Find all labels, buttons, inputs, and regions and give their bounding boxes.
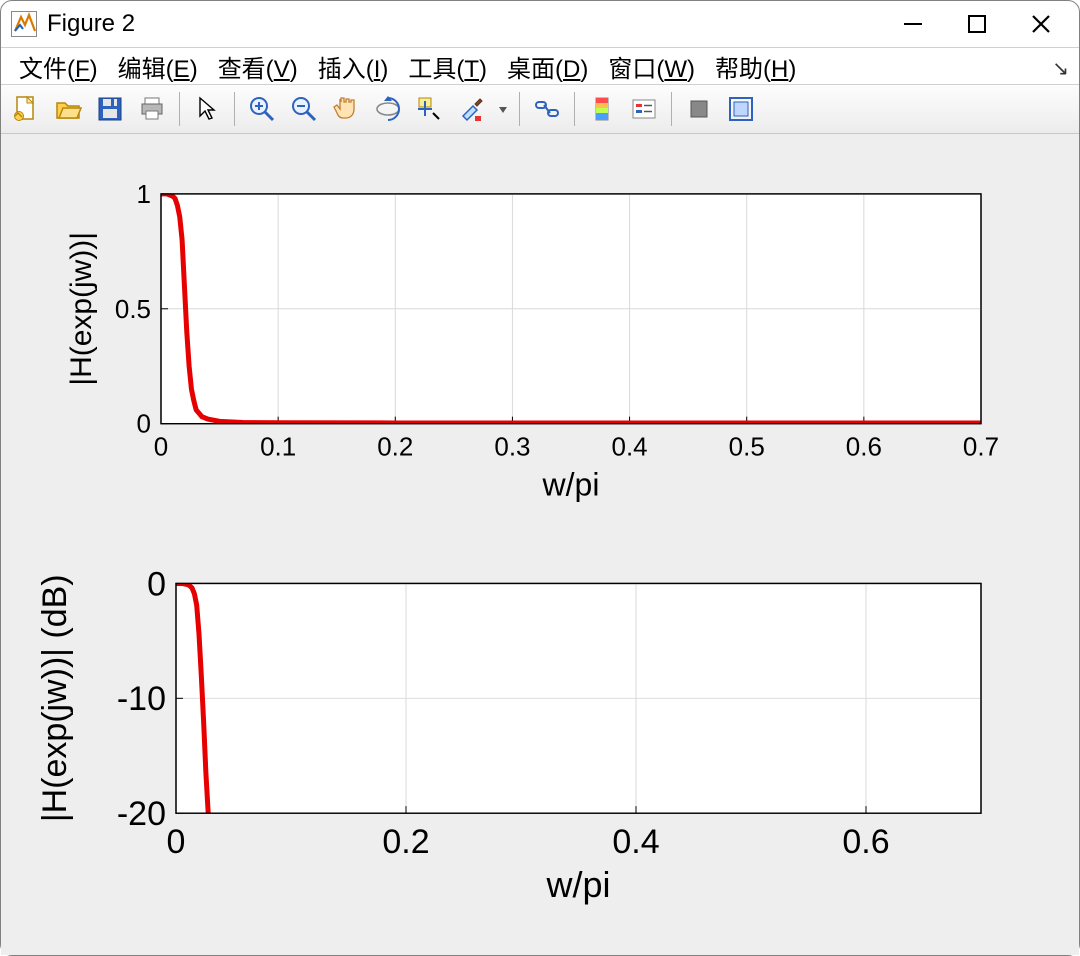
toolbar-separator bbox=[234, 92, 235, 126]
xtick-label: 0.6 bbox=[846, 432, 882, 462]
toolbar-separator bbox=[671, 92, 672, 126]
xlabel: w/pi bbox=[545, 864, 610, 905]
zoom-in-icon[interactable] bbox=[243, 90, 281, 128]
print-icon[interactable] bbox=[133, 90, 171, 128]
titlebar: Figure 2 bbox=[1, 1, 1079, 47]
minimize-button[interactable] bbox=[881, 4, 945, 44]
link-icon[interactable] bbox=[528, 90, 566, 128]
ytick-label: -20 bbox=[117, 795, 166, 833]
figure-window: Figure 2 文件(F) 编辑(E) 查看(V) 插入(I) 工具(T) 桌… bbox=[0, 0, 1080, 956]
open-file-icon[interactable] bbox=[49, 90, 87, 128]
toolbar-separator bbox=[519, 92, 520, 126]
ytick-label: -10 bbox=[117, 680, 166, 718]
matlab-logo-icon bbox=[11, 11, 37, 37]
xtick-label: 0 bbox=[167, 823, 186, 861]
xtick-label: 0.5 bbox=[729, 432, 765, 462]
menu-tools[interactable]: 工具(T) bbox=[398, 47, 497, 86]
xtick-label: 0.2 bbox=[382, 823, 429, 861]
xtick-label: 0.6 bbox=[842, 823, 889, 861]
xtick-label: 0.2 bbox=[377, 432, 413, 462]
menu-help[interactable]: 帮助(H) bbox=[705, 47, 806, 86]
legend-icon[interactable] bbox=[625, 90, 663, 128]
xtick-label: 0.4 bbox=[612, 432, 648, 462]
hide-plot-tools-icon[interactable] bbox=[680, 90, 718, 128]
rotate3d-icon[interactable] bbox=[369, 90, 407, 128]
menu-desktop[interactable]: 桌面(D) bbox=[497, 47, 598, 86]
xtick-label: 0.1 bbox=[260, 432, 296, 462]
xtick-label: 0.4 bbox=[612, 823, 659, 861]
xtick-label: 0 bbox=[154, 432, 168, 462]
menu-insert[interactable]: 插入(I) bbox=[308, 47, 399, 86]
dock-arrow-icon[interactable]: ↘ bbox=[1052, 56, 1069, 81]
ylabel: |H(exp(jw))| (dB) bbox=[36, 574, 74, 822]
ytick-label: 0 bbox=[137, 409, 151, 439]
xlabel: w/pi bbox=[542, 467, 600, 503]
ylabel: |H(exp(jw))| bbox=[65, 232, 98, 386]
ytick-label: 0 bbox=[147, 565, 166, 603]
toolbar-separator bbox=[574, 92, 575, 126]
pan-icon[interactable] bbox=[327, 90, 365, 128]
colorbar-icon[interactable] bbox=[583, 90, 621, 128]
xtick-label: 0.3 bbox=[494, 432, 530, 462]
menubar: 文件(F) 编辑(E) 查看(V) 插入(I) 工具(T) 桌面(D) 窗口(W… bbox=[1, 47, 1079, 85]
figure-canvas[interactable]: 0 0.1 0.2 0.3 0.4 0.5 0.6 0.7 0 0.5 1 w/pi |H(exp(jw… bbox=[1, 134, 1079, 955]
data-cursor-icon[interactable] bbox=[411, 90, 449, 128]
pointer-icon[interactable] bbox=[188, 90, 226, 128]
ytick-label: 0.5 bbox=[115, 294, 151, 324]
brush-dropdown-icon[interactable] bbox=[495, 90, 511, 128]
figure-svg: 0 0.1 0.2 0.3 0.4 0.5 0.6 0.7 0 0.5 1 w/pi |H(exp(jw… bbox=[1, 134, 1079, 955]
menu-file[interactable]: 文件(F) bbox=[9, 47, 108, 86]
xtick-label: 0.7 bbox=[963, 432, 999, 462]
menu-window[interactable]: 窗口(W) bbox=[598, 47, 705, 86]
save-icon[interactable] bbox=[91, 90, 129, 128]
close-button[interactable] bbox=[1009, 4, 1073, 44]
maximize-button[interactable] bbox=[945, 4, 1009, 44]
menu-view[interactable]: 查看(V) bbox=[208, 47, 308, 86]
zoom-out-icon[interactable] bbox=[285, 90, 323, 128]
window-title: Figure 2 bbox=[47, 10, 881, 38]
ytick-label: 1 bbox=[137, 179, 151, 209]
menu-edit[interactable]: 编辑(E) bbox=[108, 47, 208, 86]
toolbar bbox=[1, 85, 1079, 134]
show-plot-tools-icon[interactable] bbox=[722, 90, 760, 128]
brush-icon[interactable] bbox=[453, 90, 491, 128]
new-file-icon[interactable] bbox=[7, 90, 45, 128]
toolbar-separator bbox=[179, 92, 180, 126]
